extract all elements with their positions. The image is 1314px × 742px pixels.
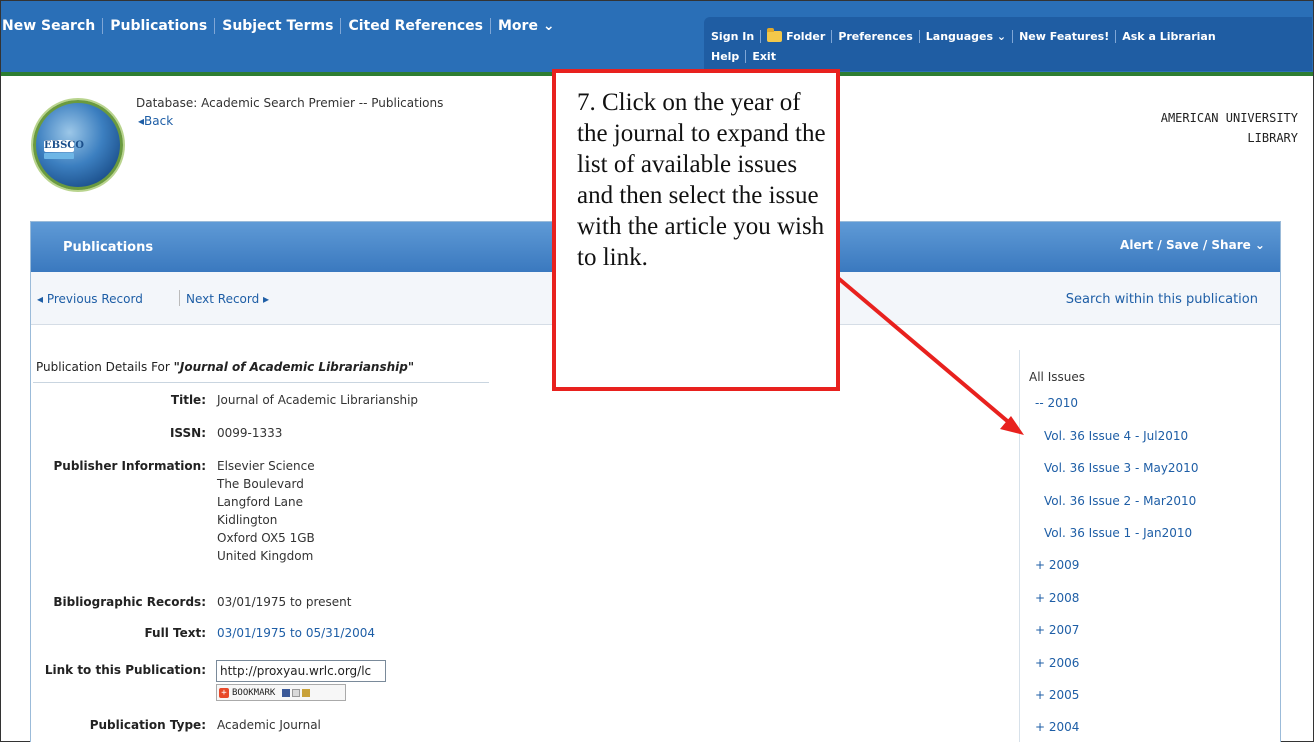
type-value: Academic Journal [217, 718, 321, 732]
nav-folder-label: Folder [786, 30, 826, 43]
nav-ask-librarian[interactable]: Ask a Librarian [1115, 30, 1221, 43]
publisher-line-6-text: United Kingdom [217, 549, 314, 563]
bookmark-label: BOOKMARK [232, 687, 276, 698]
alert-save-share-menu[interactable]: Alert / Save / Share ⌄ [1120, 238, 1265, 252]
utility-nav-background [704, 17, 1312, 71]
fulltext-label: Full Text: [144, 626, 206, 640]
issue-link[interactable]: Vol. 36 Issue 1 - Jan2010 [1044, 526, 1192, 540]
type-label: Publication Type: [89, 718, 206, 732]
delicious-icon [282, 688, 291, 697]
year-toggle[interactable]: + 2008 [1035, 591, 1079, 605]
nav-exit[interactable]: Exit [745, 50, 782, 63]
title-label: Title: [170, 393, 206, 407]
details-divider [33, 382, 489, 383]
database-label: Database: Academic Search Premier -- Pub… [136, 96, 444, 110]
details-heading-prefix: Publication Details For [36, 360, 174, 374]
publication-link-field[interactable] [216, 660, 386, 682]
previous-record-link[interactable]: ◂ Previous Record [37, 292, 143, 306]
share-service-icons [282, 688, 311, 697]
nav-preferences[interactable]: Preferences [831, 30, 918, 43]
callout-text: 7. Click on the year of the journal to e… [577, 89, 826, 271]
utility-nav: Sign In Folder Preferences Languages ⌄ N… [711, 28, 1222, 43]
biblio-label: Bibliographic Records: [53, 595, 206, 609]
fulltext-link[interactable]: 03/01/1975 to 05/31/2004 [217, 626, 375, 640]
biblio-value: 03/01/1975 to present [217, 595, 352, 609]
fulltext-label-row: Full Text: [16, 626, 206, 642]
publisher-line-3-text: Langford Lane [217, 495, 304, 509]
title-value: Journal of Academic Librarianship [217, 393, 419, 407]
search-within-publication-link[interactable]: Search within this publication [1066, 292, 1258, 307]
nav-separator [179, 290, 180, 306]
nav-folder[interactable]: Folder [760, 28, 831, 43]
publisher-label: Publisher Information: [53, 459, 206, 473]
all-issues-sidebar: All Issues -- 2010 Vol. 36 Issue 4 - Jul… [1019, 350, 1282, 742]
type-label-row: Publication Type: [16, 718, 206, 734]
instruction-callout: 7. Click on the year of the journal to e… [552, 69, 840, 391]
institution-name: AMERICAN UNIVERSITY LIBRARY [1161, 108, 1298, 148]
issue-link[interactable]: Vol. 36 Issue 4 - Jul2010 [1044, 429, 1188, 443]
nav-subject-terms[interactable]: Subject Terms [214, 18, 340, 34]
year-toggle[interactable]: + 2004 [1035, 720, 1079, 734]
year-2010-toggle[interactable]: -- 2010 [1035, 396, 1078, 410]
title-label-row: Title: [16, 393, 206, 409]
logo-text: EBSCO [44, 140, 84, 152]
link-label: Link to this Publication: [44, 663, 206, 677]
bookmark-plus-icon: + [219, 687, 229, 698]
nav-new-search[interactable]: New Search [0, 18, 102, 34]
institution-line-2: LIBRARY [1247, 131, 1298, 145]
nav-help[interactable]: Help [711, 50, 745, 63]
nav-new-features[interactable]: New Features! [1012, 30, 1115, 43]
issn-label-row: ISSN: [16, 426, 206, 442]
publisher-label-row: Publisher Information: [16, 459, 206, 475]
stumble-icon [302, 688, 311, 697]
issue-link[interactable]: Vol. 36 Issue 3 - May2010 [1044, 461, 1198, 475]
year-toggle[interactable]: + 2007 [1035, 623, 1079, 637]
publisher-line-1-text: Elsevier Science [217, 459, 315, 473]
digg-icon [292, 688, 301, 697]
back-link[interactable]: ◂Back [138, 114, 173, 128]
publisher-line-5-text: Oxford OX5 1GB [217, 531, 315, 545]
bookmark-button[interactable]: + BOOKMARK [216, 684, 346, 701]
nav-languages[interactable]: Languages ⌄ [918, 30, 1012, 43]
issue-link[interactable]: Vol. 36 Issue 2 - Mar2010 [1044, 494, 1196, 508]
logo-host-bar [44, 153, 74, 159]
utility-nav-row2: Help Exit [711, 50, 782, 63]
nav-cited-references[interactable]: Cited References [340, 18, 490, 34]
institution-line-1: AMERICAN UNIVERSITY [1160, 111, 1298, 125]
details-heading-journal: "Journal of Academic Librarianship" [173, 360, 415, 374]
publisher-line-4-text: Kidlington [217, 513, 278, 527]
issn-label: ISSN: [169, 426, 206, 440]
next-record-link[interactable]: Next Record ▸ [186, 292, 269, 306]
biblio-label-row: Bibliographic Records: [16, 595, 206, 611]
issn-value: 0099-1333 [217, 426, 283, 440]
panel-title: Publications [63, 240, 154, 255]
nav-sign-in[interactable]: Sign In [711, 30, 760, 43]
nav-more-menu[interactable]: More ⌄ [490, 18, 562, 34]
year-toggle[interactable]: + 2005 [1035, 688, 1079, 702]
folder-icon [767, 28, 783, 42]
publication-details-heading: Publication Details For "Journal of Acad… [36, 360, 414, 374]
link-label-row: Link to this Publication: [16, 663, 206, 679]
year-toggle[interactable]: + 2006 [1035, 656, 1079, 670]
ebsco-host-logo[interactable]: EBSCO [33, 100, 123, 190]
all-issues-label: All Issues [1029, 370, 1085, 384]
year-toggle[interactable]: + 2009 [1035, 558, 1079, 572]
publisher-line-2-text: The Boulevard [217, 477, 304, 491]
nav-publications[interactable]: Publications [102, 18, 214, 34]
primary-nav: New Search Publications Subject Terms Ci… [0, 18, 562, 34]
